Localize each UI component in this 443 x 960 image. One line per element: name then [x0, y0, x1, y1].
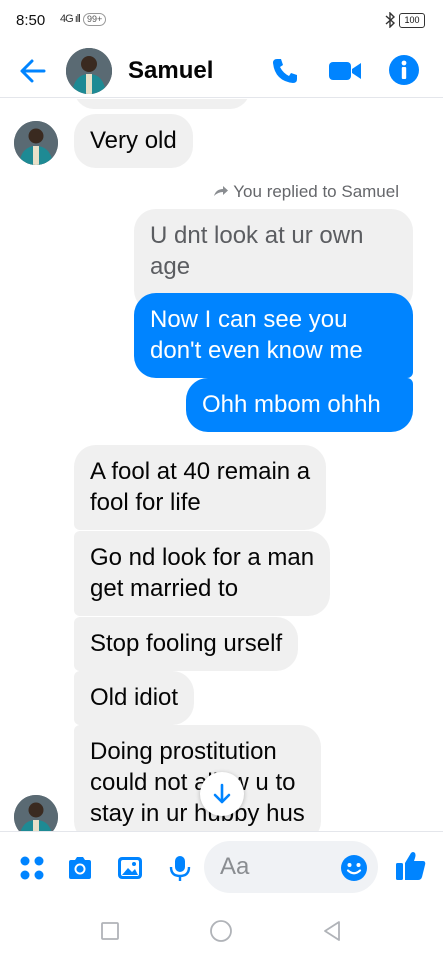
scroll-to-bottom-button[interactable] [200, 772, 244, 816]
reply-note-text: You replied to Samuel [233, 182, 399, 201]
message-text: Old idiot [90, 684, 179, 711]
outgoing-message[interactable]: Ohh mbom ohhh [186, 378, 413, 432]
smiley-icon[interactable] [340, 854, 368, 882]
arrow-down-icon [213, 783, 231, 804]
contact-avatar-small[interactable] [14, 795, 58, 831]
incoming-message[interactable]: Old idiot [74, 671, 195, 725]
message-line: A fool at 40 remain a [90, 458, 311, 485]
message-line: Now I can see you [150, 306, 348, 333]
battery-indicator: 100 [399, 13, 425, 28]
message-line: stay in ur hubby hus [90, 800, 305, 827]
previous-message-bubble [74, 99, 250, 109]
signal-indicator: 4G ıll [60, 13, 81, 25]
notification-badge: 99+ [83, 13, 107, 26]
system-navigation-bar [0, 901, 443, 960]
status-time: 8:50 [16, 12, 46, 29]
message-text: Very old [90, 127, 177, 154]
video-camera-icon[interactable] [328, 58, 362, 84]
message-line: fool for life [90, 489, 201, 516]
message-text: Ohh mbom ohhh [202, 391, 381, 418]
thumbs-up-icon[interactable] [394, 849, 428, 883]
message-text: Stop fooling urself [90, 630, 283, 657]
outgoing-message[interactable]: Now I can see you don't even know me [134, 293, 413, 378]
recents-square-icon[interactable] [98, 919, 122, 943]
contact-avatar[interactable] [66, 48, 112, 94]
message-line: get married to [90, 575, 239, 602]
microphone-icon[interactable] [166, 854, 194, 882]
back-arrow-icon[interactable] [18, 56, 48, 86]
incoming-message[interactable]: Very old [74, 114, 193, 168]
message-line: Doing prostitution [90, 738, 277, 765]
camera-icon[interactable] [66, 854, 94, 882]
bluetooth-icon [385, 12, 396, 28]
info-icon[interactable] [388, 54, 420, 86]
message-line: could not allow u to [90, 769, 296, 796]
incoming-message[interactable]: A fool at 40 remain a fool for life [74, 445, 327, 530]
contact-name[interactable]: Samuel [128, 57, 213, 85]
phone-icon[interactable] [270, 56, 300, 86]
reply-arrow-icon [214, 186, 229, 196]
message-line: don't even know me [150, 337, 363, 364]
back-triangle-icon[interactable] [320, 919, 344, 943]
reply-indicator: You replied to Samuel [213, 182, 399, 202]
preview-line: age [150, 253, 191, 280]
image-icon[interactable] [116, 854, 144, 882]
message-line: Go nd look for a man [90, 544, 315, 571]
message-composer [0, 831, 443, 901]
incoming-message[interactable]: Go nd look for a man get married to [74, 531, 331, 616]
preview-line: U dnt look at ur own [150, 222, 364, 249]
status-bar: 8:50 4G ıll 99+ 100 [0, 0, 443, 44]
message-list[interactable]: Very old You replied to Samuel U dnt loo… [0, 99, 443, 831]
incoming-message[interactable]: Stop fooling urself [74, 617, 299, 671]
home-circle-icon[interactable] [209, 919, 233, 943]
incoming-message[interactable]: Doing prostitution could not allow u to … [74, 725, 321, 831]
four-dots-icon[interactable] [18, 854, 46, 882]
conversation-header: Samuel [0, 44, 443, 98]
contact-avatar-small[interactable] [14, 121, 58, 165]
